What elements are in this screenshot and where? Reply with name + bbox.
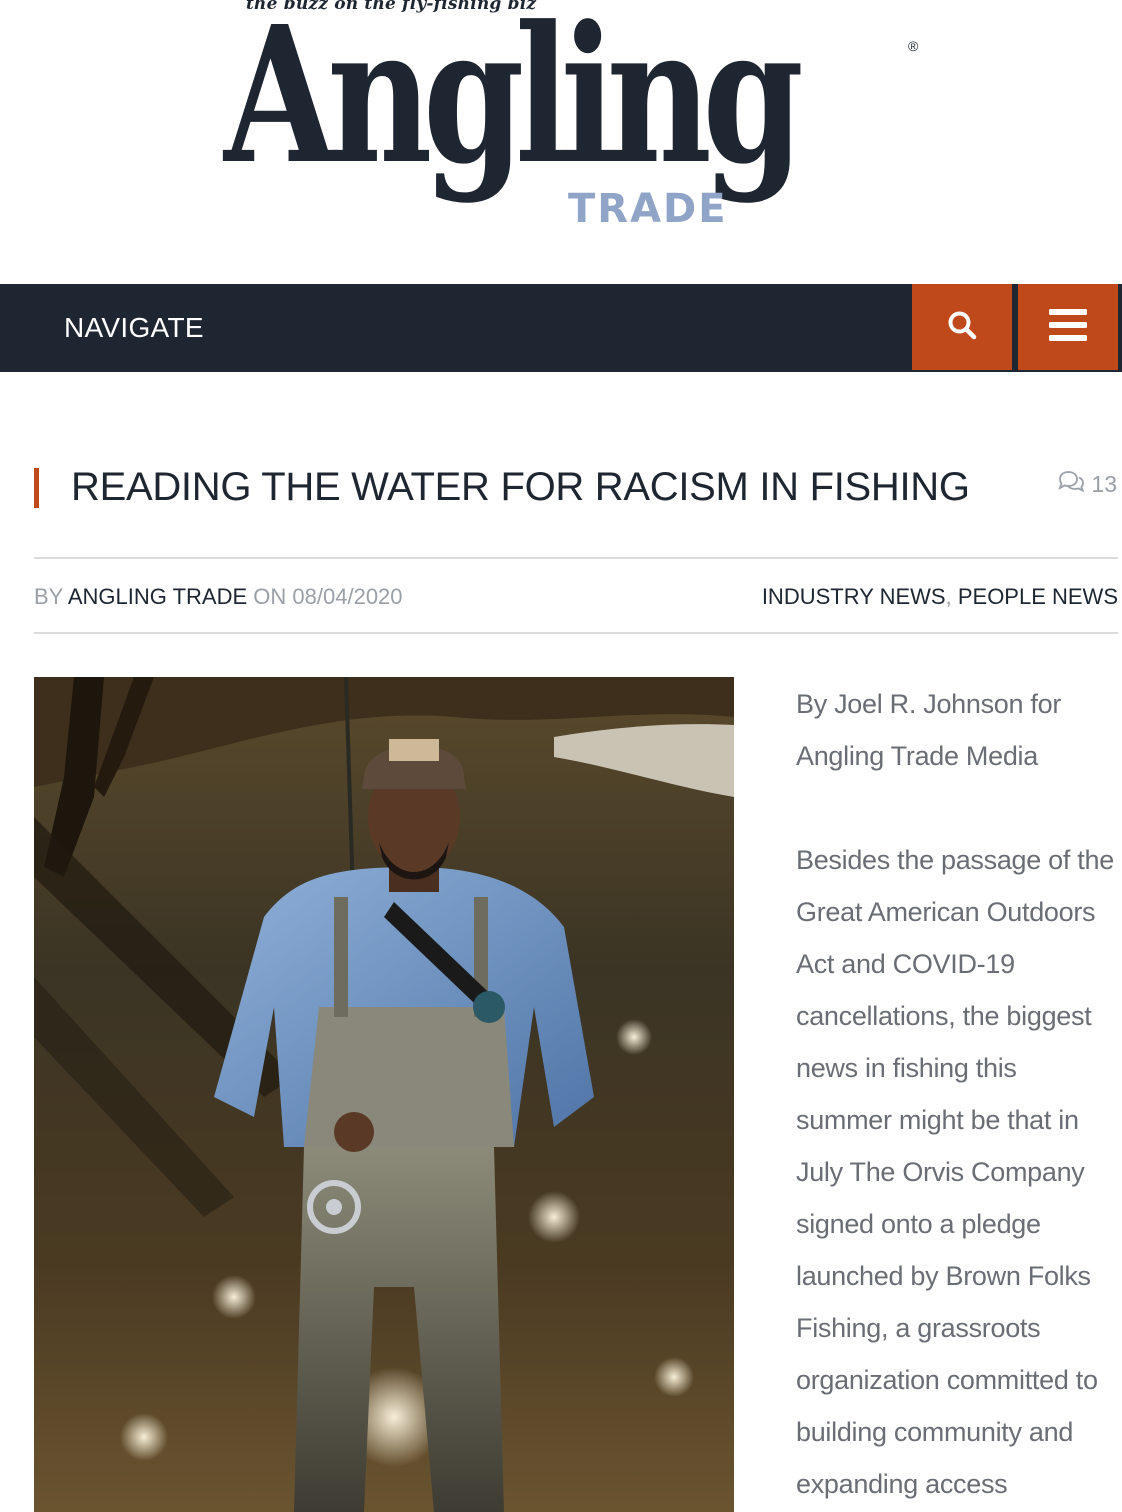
publish-date: 08/04/2020 <box>292 584 403 609</box>
menu-button[interactable] <box>1018 284 1118 370</box>
search-button[interactable] <box>912 284 1012 370</box>
search-icon <box>947 310 977 345</box>
site-header: the buzz on the fly-fishing biz Angling … <box>0 0 1122 284</box>
divider-bottom <box>34 632 1118 634</box>
category-list: INDUSTRY NEWS, PEOPLE NEWS <box>762 582 1118 612</box>
category-link-people-news[interactable]: PEOPLE NEWS <box>958 584 1118 609</box>
navigate-label[interactable]: NAVIGATE <box>64 284 204 372</box>
article-title: READING THE WATER FOR RACISM IN FISHING <box>71 465 970 509</box>
article-paragraph: Besides the passage of the Great America… <box>796 845 1114 1499</box>
article-body: By Joel R. Johnson for Angling Trade Med… <box>796 678 1118 1512</box>
by-label: BY <box>34 584 63 609</box>
divider-top <box>34 557 1118 559</box>
category-separator: , <box>945 584 952 609</box>
registered-mark: ® <box>908 38 919 54</box>
article-meta: BY ANGLING TRADE ON 08/04/2020 INDUSTRY … <box>34 582 1118 612</box>
article-photo[interactable] <box>34 677 734 1512</box>
title-accent-bar <box>34 468 39 508</box>
article-byline: By Joel R. Johnson for Angling Trade Med… <box>796 689 1062 771</box>
comment-count: 13 <box>1091 470 1117 497</box>
author-link[interactable]: ANGLING TRADE <box>68 584 247 609</box>
hamburger-menu-icon <box>1049 308 1087 346</box>
byline-meta: BY ANGLING TRADE ON 08/04/2020 <box>34 582 403 612</box>
navigation-bar: NAVIGATE <box>0 284 1122 372</box>
site-logo[interactable]: the buzz on the fly-fishing biz Angling … <box>224 0 928 240</box>
on-label: ON <box>253 584 287 609</box>
comment-count-link[interactable]: 13 <box>1057 470 1117 498</box>
logo-subtitle: TRADE <box>568 186 728 232</box>
comments-icon <box>1057 470 1085 498</box>
category-link-industry-news[interactable]: INDUSTRY NEWS <box>762 584 946 609</box>
logo-wordmark: Angling <box>224 0 804 206</box>
